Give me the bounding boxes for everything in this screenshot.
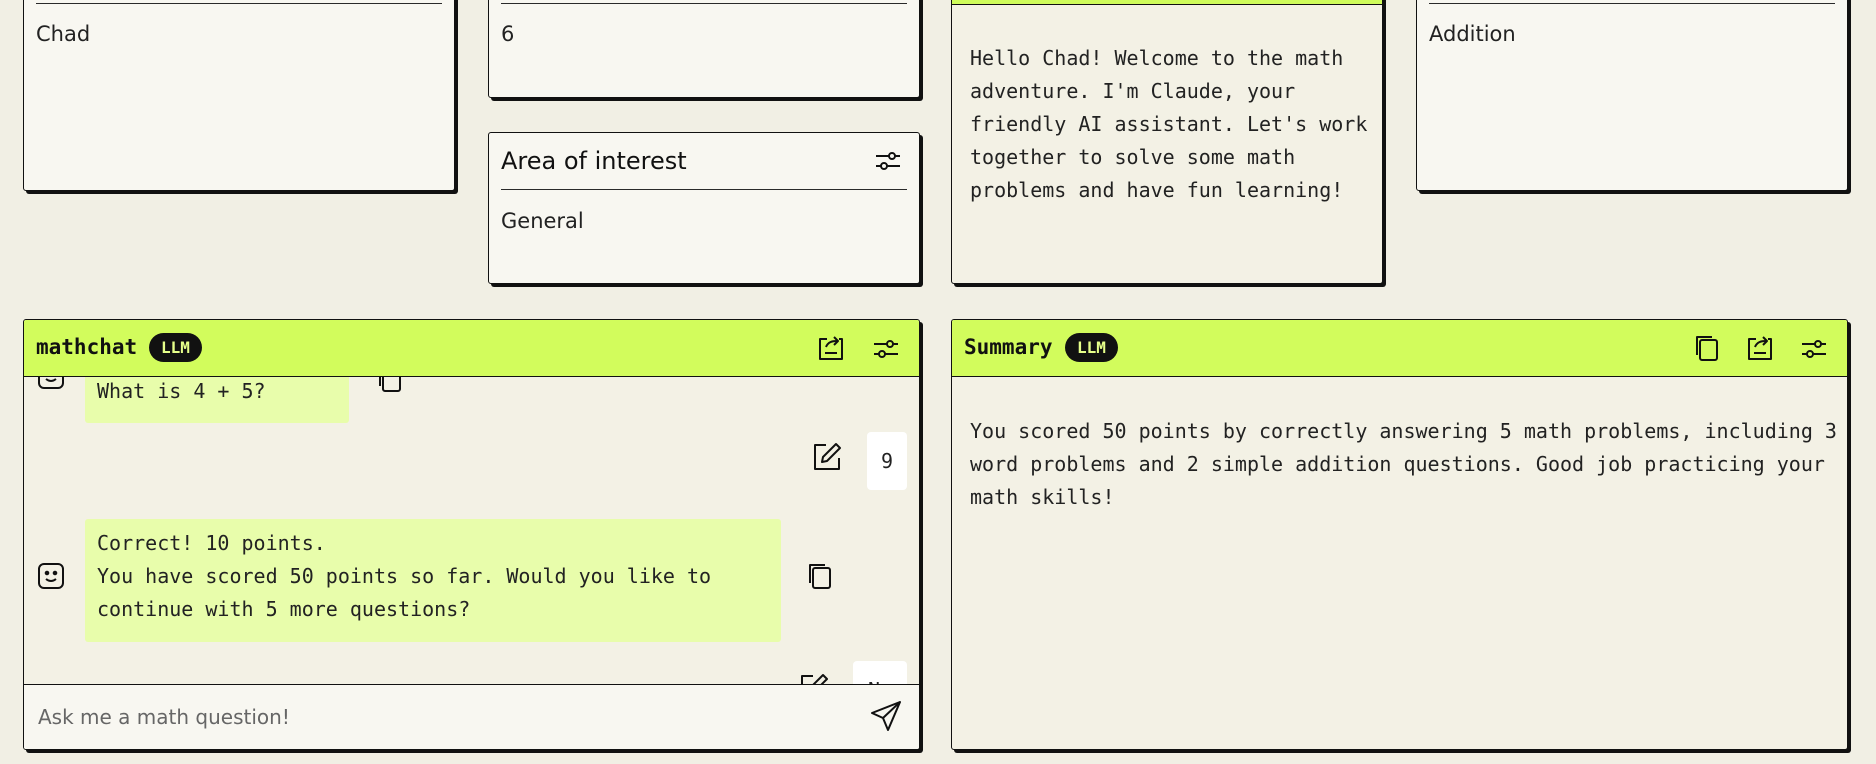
interest-value: General	[501, 209, 584, 233]
edit-icon[interactable]	[812, 442, 842, 472]
summary-header: Summary LLM	[952, 320, 1847, 377]
smiley-icon	[37, 562, 65, 590]
age-value: 6	[501, 22, 515, 46]
summary-text: You scored 50 points by correctly answer…	[970, 419, 1837, 509]
divider	[36, 3, 442, 4]
name-card: Chad	[23, 0, 455, 191]
divider	[1429, 3, 1835, 4]
divider	[501, 189, 907, 190]
greeting-text: Hello Chad! Welcome to the math adventur…	[970, 46, 1368, 202]
user-message: No	[853, 661, 907, 684]
llm-badge: LLM	[149, 333, 202, 362]
llm-badge: LLM	[1065, 333, 1118, 362]
greeting-card: Hello Chad! Welcome to the math adventur…	[951, 0, 1383, 284]
assistant-message: Correct! 10 points. You have scored 50 p…	[85, 519, 781, 642]
export-icon[interactable]	[1746, 334, 1774, 362]
copy-icon[interactable]	[1694, 334, 1720, 362]
send-icon[interactable]	[870, 700, 902, 732]
divider	[501, 3, 907, 4]
assistant-message: What is 4 + 5?	[85, 377, 349, 423]
copy-icon[interactable]	[377, 377, 403, 393]
chat-input[interactable]	[36, 701, 840, 733]
chat-input-row	[24, 684, 919, 749]
summary-panel: Summary LLM You scored 50 points by corr…	[951, 319, 1848, 750]
edit-icon[interactable]	[799, 673, 829, 684]
operation-card: Addition	[1416, 0, 1848, 191]
user-message: 9	[867, 432, 907, 490]
age-card: 6	[488, 0, 920, 98]
mathchat-title: mathchat	[36, 335, 138, 359]
smiley-icon	[37, 377, 65, 390]
copy-icon[interactable]	[807, 562, 833, 590]
interest-title: Area of interest	[501, 147, 687, 175]
sliders-icon[interactable]	[873, 338, 899, 360]
sliders-icon[interactable]	[875, 150, 901, 172]
operation-value: Addition	[1429, 22, 1516, 46]
sliders-icon[interactable]	[1801, 338, 1827, 360]
mathchat-panel: mathchat LLM What is 4 + 5? 9 Correct! 1…	[23, 319, 920, 750]
summary-title: Summary	[964, 335, 1053, 359]
interest-card: Area of interest General	[488, 132, 920, 284]
divider	[952, 4, 1382, 5]
export-icon[interactable]	[817, 334, 845, 362]
name-value: Chad	[36, 22, 91, 46]
mathchat-header: mathchat LLM	[24, 320, 919, 377]
chat-messages[interactable]: What is 4 + 5? 9 Correct! 10 points. You…	[24, 377, 919, 684]
